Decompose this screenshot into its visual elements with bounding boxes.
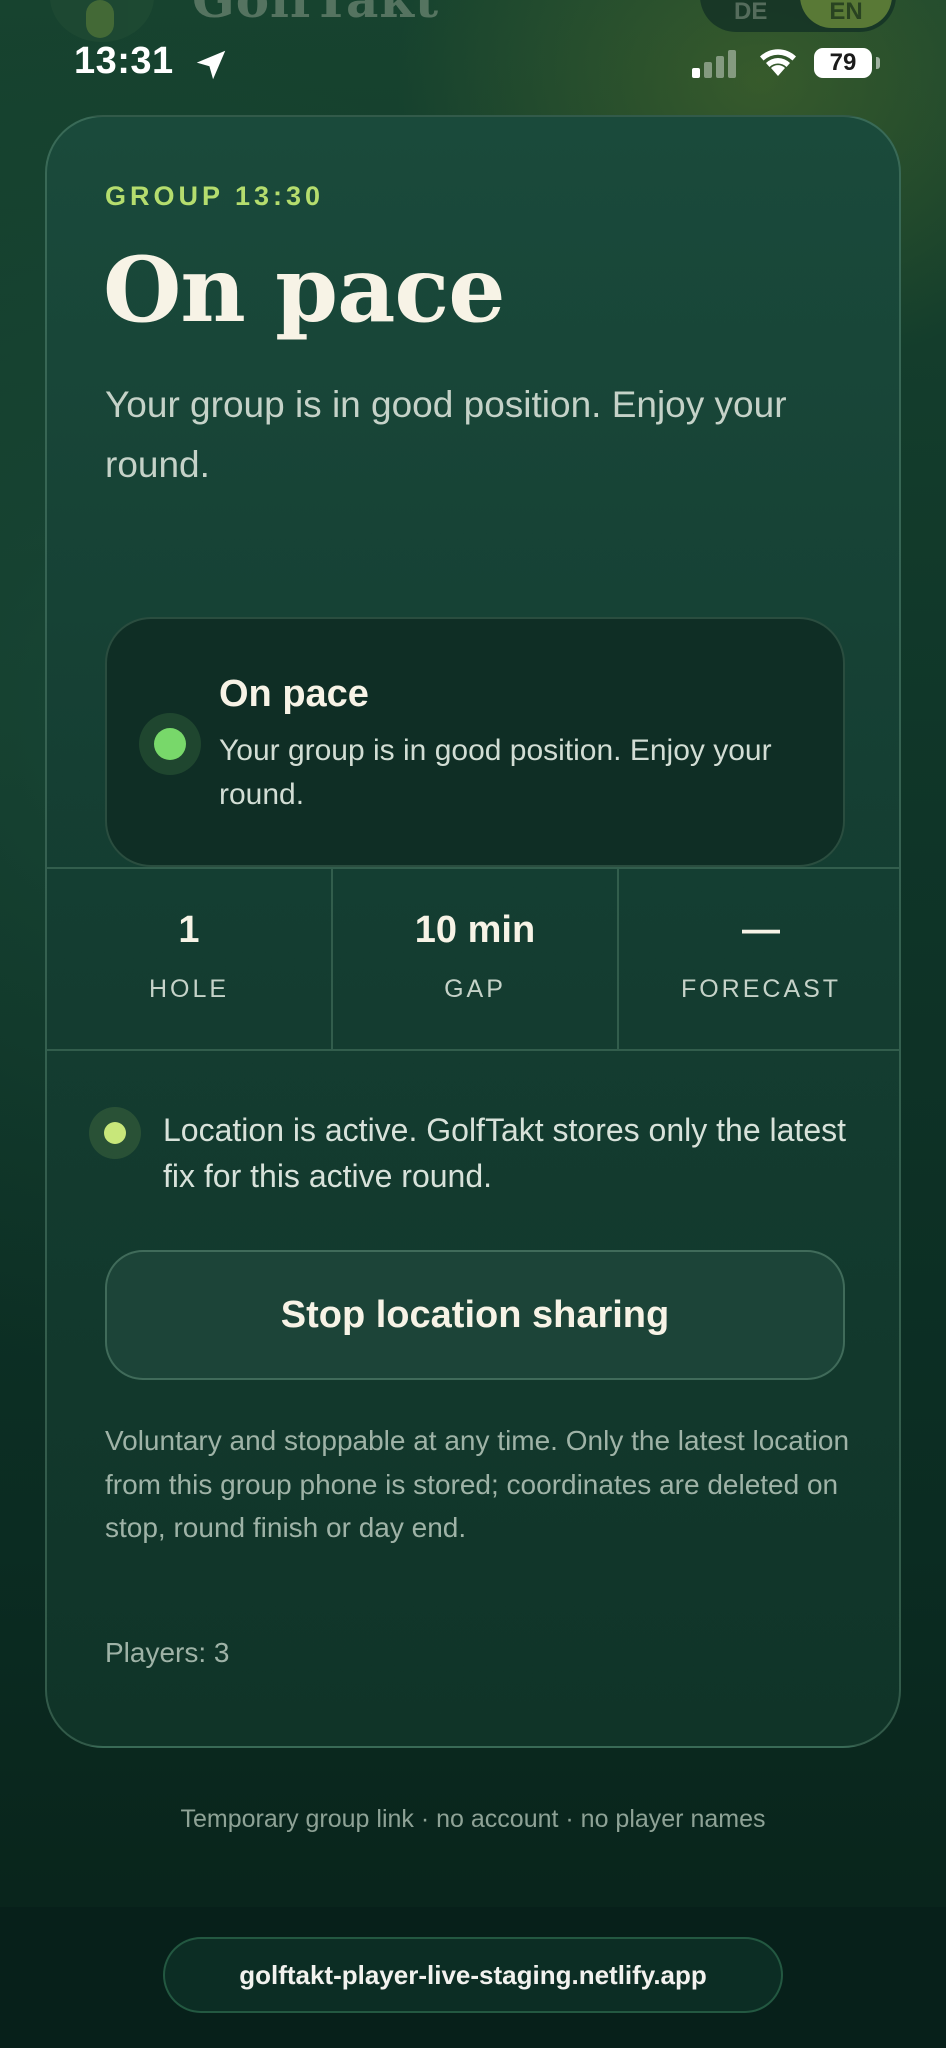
browser-url-bar[interactable]: golftakt-player-live-staging.netlify.app [163,1937,783,2013]
stat-value: 1 [178,909,200,951]
footer-note: Temporary group link · no account · no p… [180,1805,766,1833]
page-title: On pace [103,237,505,343]
stat-gap: 10 min GAP [333,869,619,1049]
status-time: 13:31 [74,40,174,82]
stat-label: GAP [444,975,506,1003]
location-dot-icon [104,1122,126,1144]
group-label: GROUP 13:30 [105,181,325,211]
stat-forecast: — FORECAST [619,869,899,1049]
status-dot-icon [154,728,186,760]
wifi-icon [760,49,796,76]
stat-label: HOLE [148,975,230,1003]
stat-value: 10 min [414,909,536,951]
location-active-indicator [89,1107,141,1159]
status-bar: 13:31 79 [0,0,946,110]
stop-location-sharing-button[interactable]: Stop location sharing [105,1250,845,1380]
group-status-card: GROUP 13:30 On pace Your group is in goo… [45,115,901,1748]
stats-grid: 1 HOLE 10 min GAP — FORECAST [47,867,899,1051]
players-count: Players: 3 [105,1637,230,1668]
battery-icon: 79 [814,48,872,78]
battery-cap [876,57,880,69]
stat-value: — [742,909,780,951]
status-text: Your group is in good position. Enjoy yo… [219,734,772,811]
pace-status-panel: On pace Your group is in good position. … [105,617,845,867]
stat-label: FORECAST [680,975,842,1003]
stat-hole: 1 HOLE [47,869,333,1049]
status-indicator [139,713,201,775]
page-subtitle: Your group is in good position. Enjoy yo… [105,384,787,485]
status-title: On pace [219,673,369,715]
location-status-text: Location is active. GolfTakt stores only… [163,1112,846,1194]
cellular-signal-icon [692,50,736,78]
location-status: Location is active. GolfTakt stores only… [89,1107,879,1207]
privacy-notice: Voluntary and stoppable at any time. Onl… [105,1425,850,1543]
page: GolfTakt DE EN 13:31 79 GROUP 13:30 On p… [0,0,946,2048]
location-arrow-icon [196,50,226,80]
